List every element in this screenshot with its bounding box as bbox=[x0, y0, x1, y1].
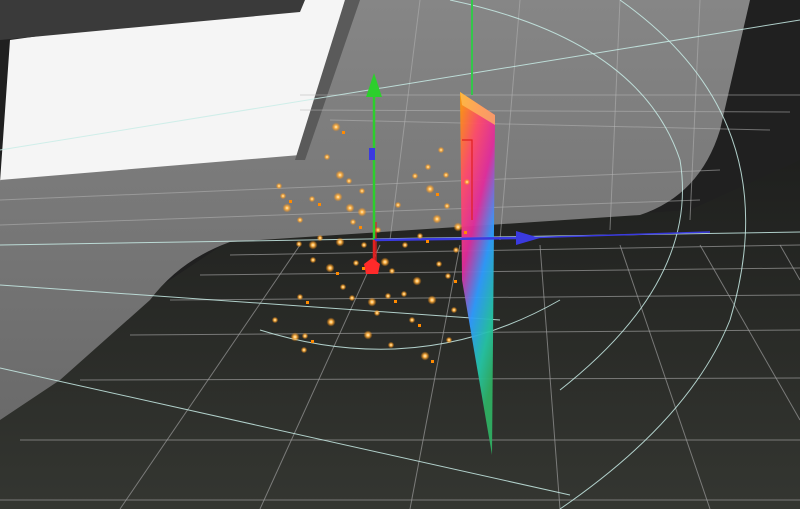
particle-marker bbox=[436, 193, 439, 196]
particle bbox=[348, 294, 356, 302]
particle bbox=[358, 187, 366, 195]
particle bbox=[296, 293, 304, 301]
particle bbox=[374, 226, 382, 234]
particle bbox=[443, 202, 451, 210]
particle-marker bbox=[454, 280, 457, 283]
particle bbox=[271, 316, 279, 324]
particle bbox=[420, 351, 430, 361]
particle-marker bbox=[318, 203, 321, 206]
particle bbox=[424, 163, 432, 171]
particle bbox=[373, 309, 381, 317]
particle bbox=[316, 234, 324, 242]
particle bbox=[282, 203, 292, 213]
particle bbox=[463, 178, 471, 186]
particle bbox=[325, 263, 335, 273]
particle bbox=[301, 332, 309, 340]
particle bbox=[326, 317, 336, 327]
particle-marker bbox=[336, 272, 339, 275]
particle bbox=[432, 214, 442, 224]
particle bbox=[335, 237, 345, 247]
particle-marker bbox=[464, 231, 467, 234]
particle bbox=[437, 146, 445, 154]
axis-marker-icon bbox=[369, 148, 375, 160]
particle-marker bbox=[431, 360, 434, 363]
particle bbox=[445, 336, 453, 344]
particle bbox=[411, 172, 419, 180]
particle bbox=[450, 306, 458, 314]
particle bbox=[345, 177, 353, 185]
particle bbox=[442, 171, 450, 179]
particle bbox=[296, 216, 304, 224]
particle bbox=[401, 241, 409, 249]
scene-canvas[interactable] bbox=[0, 0, 800, 509]
particle bbox=[331, 122, 341, 132]
particle bbox=[279, 192, 287, 200]
particle-marker bbox=[359, 226, 362, 229]
particle-marker bbox=[311, 340, 314, 343]
particle bbox=[333, 192, 343, 202]
particle bbox=[308, 240, 318, 250]
particle bbox=[345, 203, 355, 213]
particle-marker bbox=[342, 131, 345, 134]
particle bbox=[388, 267, 396, 275]
particle bbox=[400, 290, 408, 298]
particle-marker bbox=[362, 267, 365, 270]
particle bbox=[308, 195, 316, 203]
particle bbox=[380, 257, 390, 267]
particle bbox=[452, 246, 460, 254]
particle bbox=[394, 201, 402, 209]
particle bbox=[363, 330, 373, 340]
particle bbox=[360, 241, 368, 249]
particle bbox=[339, 283, 347, 291]
particle bbox=[349, 218, 357, 226]
particle bbox=[323, 153, 331, 161]
particle bbox=[290, 332, 300, 342]
particle bbox=[412, 276, 422, 286]
particle bbox=[309, 256, 317, 264]
particle bbox=[425, 184, 435, 194]
particle bbox=[295, 240, 303, 248]
particle bbox=[335, 170, 345, 180]
particle-marker bbox=[418, 324, 421, 327]
particle bbox=[408, 316, 416, 324]
particle bbox=[427, 295, 437, 305]
particle bbox=[416, 232, 424, 240]
particle bbox=[387, 341, 395, 349]
particle bbox=[300, 346, 308, 354]
particle bbox=[275, 182, 283, 190]
particle bbox=[384, 292, 392, 300]
particle bbox=[444, 272, 452, 280]
particle-marker bbox=[394, 300, 397, 303]
particle bbox=[352, 259, 360, 267]
3d-viewport[interactable] bbox=[0, 0, 800, 509]
particle bbox=[453, 222, 463, 232]
particle bbox=[357, 207, 367, 217]
particle bbox=[435, 260, 443, 268]
particle-marker bbox=[426, 240, 429, 243]
particle-marker bbox=[306, 301, 309, 304]
particle-marker bbox=[289, 200, 292, 203]
particle bbox=[367, 297, 377, 307]
